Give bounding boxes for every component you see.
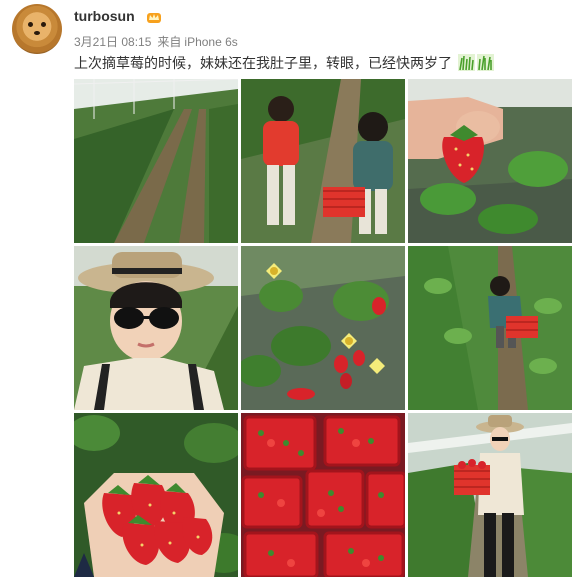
source-device[interactable]: iPhone 6s: [184, 35, 237, 49]
photo-strawberry-plant-flowers[interactable]: [241, 246, 405, 410]
photo-hand-holding-strawberry[interactable]: [408, 79, 572, 243]
grass-emoji-icon: [476, 54, 494, 71]
post-text: 上次摘草莓的时候，妹妹还在我肚子里，转眼，已经快两岁了: [74, 53, 494, 73]
user-avatar[interactable]: [12, 4, 62, 54]
vip-crown-icon[interactable]: [146, 10, 162, 24]
avatar-nose: [34, 31, 40, 35]
photo-greenhouse-rows[interactable]: [74, 79, 238, 243]
photo-grid: [74, 79, 572, 577]
photo-child-in-row[interactable]: [408, 246, 572, 410]
avatar-eye-left: [28, 22, 33, 27]
post-timestamp[interactable]: 3月21日 08:15: [74, 35, 151, 49]
photo-handful-of-strawberries[interactable]: [74, 413, 238, 577]
avatar-eye-right: [41, 22, 46, 27]
post-meta: 3月21日 08:15 来自 iPhone 6s: [74, 33, 244, 50]
username-link[interactable]: turbosun: [74, 8, 135, 24]
grass-emoji-icon: [457, 54, 475, 71]
photo-kids-picking[interactable]: [241, 79, 405, 243]
weibo-post-card: turbosun 3月21日 08:15 来自 iPhone 6s 上次摘草莓的时候…: [0, 0, 583, 587]
photo-selfie-with-hat[interactable]: [74, 246, 238, 410]
source-prefix: 来自: [157, 35, 182, 49]
post-text-body: 上次摘草莓的时候，妹妹还在我肚子里，转眼，已经快两岁了: [74, 55, 452, 71]
photo-baskets-of-strawberries[interactable]: [241, 413, 405, 577]
photo-woman-with-basket[interactable]: [408, 413, 572, 577]
